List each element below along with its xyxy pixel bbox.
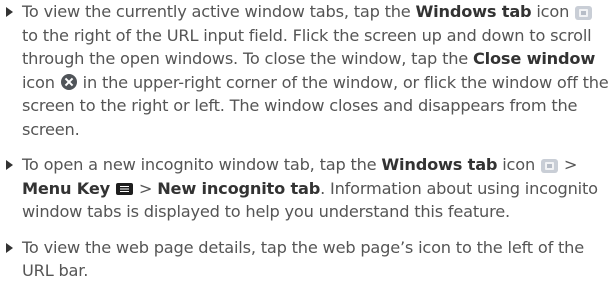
close-window-icon: [60, 73, 77, 90]
bold-term-menu-key: Menu Key: [22, 178, 110, 198]
text-run: in the upper-right corner of the window,…: [22, 72, 609, 139]
text-run: icon: [531, 2, 575, 21]
triangle-bullet-icon: [6, 7, 13, 17]
bold-term-windows-tab: Windows tab: [381, 155, 498, 174]
text-run: To view the web page details, tap the we…: [22, 237, 584, 281]
text-run: To view the currently active window tabs…: [22, 2, 416, 21]
text-run: >: [133, 178, 158, 198]
text-run: >: [558, 155, 578, 174]
windows-tab-icon: [540, 159, 558, 173]
list-item-open-incognito-tab: To open a new incognito window tab, tap …: [3, 153, 609, 224]
menu-key-icon: [115, 182, 133, 195]
list-item-view-page-details: To view the web page details, tap the we…: [3, 236, 609, 283]
windows-tab-icon: [575, 6, 593, 20]
text-run: icon: [22, 72, 60, 92]
bold-term-close-window: Close window: [472, 49, 596, 68]
list-item-view-window-tabs: To view the currently active window tabs…: [3, 0, 609, 141]
text-run: To open a new incognito window tab, tap …: [22, 155, 382, 174]
document-body: To view the currently active window tabs…: [3, 0, 609, 283]
triangle-bullet-icon: [6, 160, 13, 170]
bold-term-windows-tab: Windows tab: [415, 2, 532, 21]
triangle-bullet-icon: [6, 242, 13, 253]
text-run: icon: [497, 155, 540, 174]
bold-term-new-incognito-tab: New incognito tab: [157, 178, 321, 198]
